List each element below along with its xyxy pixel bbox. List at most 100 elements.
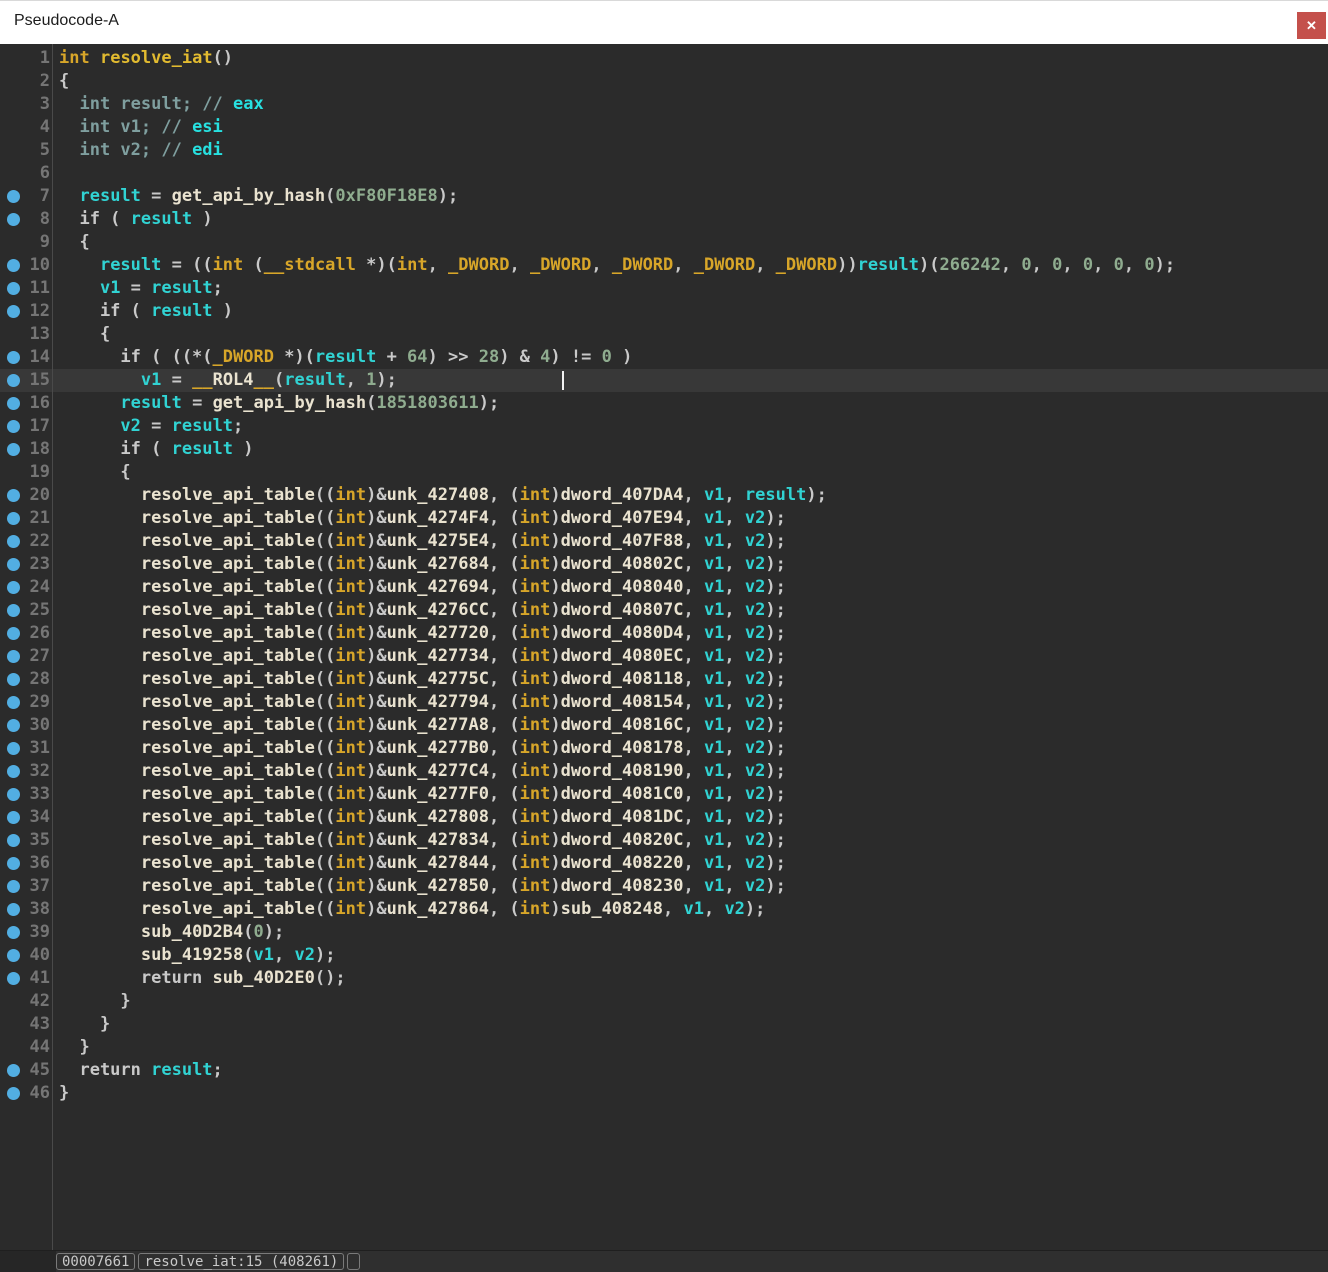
code-line[interactable]: 22 resolve_api_table((int)&unk_4275E4, (… xyxy=(0,530,1328,553)
breakpoint-gutter[interactable] xyxy=(0,944,28,967)
code-line[interactable]: 44 } xyxy=(0,1036,1328,1059)
breakpoint-gutter[interactable] xyxy=(0,346,28,369)
code-line[interactable]: 31 resolve_api_table((int)&unk_4277B0, (… xyxy=(0,737,1328,760)
breakpoint-icon[interactable] xyxy=(7,972,20,985)
breakpoint-gutter[interactable] xyxy=(0,461,28,484)
code-line[interactable]: 2{ xyxy=(0,70,1328,93)
breakpoint-icon[interactable] xyxy=(7,305,20,318)
breakpoint-gutter[interactable] xyxy=(0,668,28,691)
code-line[interactable]: 45 return result; xyxy=(0,1059,1328,1082)
code-line-current[interactable]: 15 v1 = __ROL4__(result, 1); xyxy=(0,369,1328,392)
breakpoint-gutter[interactable] xyxy=(0,277,28,300)
breakpoint-gutter[interactable] xyxy=(0,392,28,415)
breakpoint-icon[interactable] xyxy=(7,926,20,939)
breakpoint-gutter[interactable] xyxy=(0,967,28,990)
code-line[interactable]: 34 resolve_api_table((int)&unk_427808, (… xyxy=(0,806,1328,829)
breakpoint-icon[interactable] xyxy=(7,604,20,617)
code-line[interactable]: 39 sub_40D2B4(0); xyxy=(0,921,1328,944)
code-line[interactable]: 33 resolve_api_table((int)&unk_4277F0, (… xyxy=(0,783,1328,806)
breakpoint-icon[interactable] xyxy=(7,857,20,870)
breakpoint-icon[interactable] xyxy=(7,788,20,801)
breakpoint-icon[interactable] xyxy=(7,765,20,778)
breakpoint-icon[interactable] xyxy=(7,1064,20,1077)
breakpoint-gutter[interactable] xyxy=(0,1013,28,1036)
code-line[interactable]: 30 resolve_api_table((int)&unk_4277A8, (… xyxy=(0,714,1328,737)
breakpoint-gutter[interactable] xyxy=(0,714,28,737)
code-line[interactable]: 8 if ( result ) xyxy=(0,208,1328,231)
breakpoint-gutter[interactable] xyxy=(0,484,28,507)
code-line[interactable]: 6 xyxy=(0,162,1328,185)
code-line[interactable]: 37 resolve_api_table((int)&unk_427850, (… xyxy=(0,875,1328,898)
breakpoint-icon[interactable] xyxy=(7,650,20,663)
breakpoint-gutter[interactable] xyxy=(0,852,28,875)
code-line[interactable]: 3 int result; // eax xyxy=(0,93,1328,116)
code-line[interactable]: 18 if ( result ) xyxy=(0,438,1328,461)
code-line[interactable]: 20 resolve_api_table((int)&unk_427408, (… xyxy=(0,484,1328,507)
breakpoint-gutter[interactable] xyxy=(0,875,28,898)
breakpoint-icon[interactable] xyxy=(7,374,20,387)
breakpoint-icon[interactable] xyxy=(7,397,20,410)
breakpoint-gutter[interactable] xyxy=(0,691,28,714)
breakpoint-gutter[interactable] xyxy=(0,1036,28,1059)
breakpoint-gutter[interactable] xyxy=(0,553,28,576)
code-line[interactable]: 27 resolve_api_table((int)&unk_427734, (… xyxy=(0,645,1328,668)
pseudocode-view[interactable]: 1int resolve_iat()2{3 int result; // eax… xyxy=(0,44,1328,1250)
breakpoint-icon[interactable] xyxy=(7,282,20,295)
code-line[interactable]: 4 int v1; // esi xyxy=(0,116,1328,139)
code-line[interactable]: 23 resolve_api_table((int)&unk_427684, (… xyxy=(0,553,1328,576)
breakpoint-gutter[interactable] xyxy=(0,576,28,599)
breakpoint-gutter[interactable] xyxy=(0,415,28,438)
code-line[interactable]: 12 if ( result ) xyxy=(0,300,1328,323)
breakpoint-icon[interactable] xyxy=(7,489,20,502)
breakpoint-icon[interactable] xyxy=(7,673,20,686)
breakpoint-icon[interactable] xyxy=(7,213,20,226)
breakpoint-gutter[interactable] xyxy=(0,300,28,323)
breakpoint-gutter[interactable] xyxy=(0,507,28,530)
breakpoint-gutter[interactable] xyxy=(0,530,28,553)
code-line[interactable]: 43 } xyxy=(0,1013,1328,1036)
code-line[interactable]: 35 resolve_api_table((int)&unk_427834, (… xyxy=(0,829,1328,852)
code-line[interactable]: 16 result = get_api_by_hash(1851803611); xyxy=(0,392,1328,415)
breakpoint-icon[interactable] xyxy=(7,903,20,916)
breakpoint-icon[interactable] xyxy=(7,512,20,525)
code-line[interactable]: 13 { xyxy=(0,323,1328,346)
breakpoint-icon[interactable] xyxy=(7,558,20,571)
code-line[interactable]: 42 } xyxy=(0,990,1328,1013)
close-button[interactable]: ✕ xyxy=(1297,12,1326,39)
breakpoint-icon[interactable] xyxy=(7,880,20,893)
code-line[interactable]: 40 sub_419258(v1, v2); xyxy=(0,944,1328,967)
breakpoint-gutter[interactable] xyxy=(0,323,28,346)
code-line[interactable]: 10 result = ((int (__stdcall *)(int, _DW… xyxy=(0,254,1328,277)
breakpoint-gutter[interactable] xyxy=(0,599,28,622)
breakpoint-gutter[interactable] xyxy=(0,47,28,70)
breakpoint-gutter[interactable] xyxy=(0,829,28,852)
breakpoint-icon[interactable] xyxy=(7,949,20,962)
code-line[interactable]: 7 result = get_api_by_hash(0xF80F18E8); xyxy=(0,185,1328,208)
code-line[interactable]: 21 resolve_api_table((int)&unk_4274F4, (… xyxy=(0,507,1328,530)
breakpoint-gutter[interactable] xyxy=(0,921,28,944)
breakpoint-icon[interactable] xyxy=(7,1087,20,1100)
breakpoint-gutter[interactable] xyxy=(0,760,28,783)
breakpoint-gutter[interactable] xyxy=(0,93,28,116)
code-line[interactable]: 38 resolve_api_table((int)&unk_427864, (… xyxy=(0,898,1328,921)
breakpoint-icon[interactable] xyxy=(7,259,20,272)
breakpoint-icon[interactable] xyxy=(7,581,20,594)
code-line[interactable]: 9 { xyxy=(0,231,1328,254)
code-line[interactable]: 32 resolve_api_table((int)&unk_4277C4, (… xyxy=(0,760,1328,783)
breakpoint-gutter[interactable] xyxy=(0,438,28,461)
breakpoint-icon[interactable] xyxy=(7,443,20,456)
code-line[interactable]: 25 resolve_api_table((int)&unk_4276CC, (… xyxy=(0,599,1328,622)
breakpoint-gutter[interactable] xyxy=(0,70,28,93)
code-line[interactable]: 5 int v2; // edi xyxy=(0,139,1328,162)
breakpoint-gutter[interactable] xyxy=(0,116,28,139)
breakpoint-gutter[interactable] xyxy=(0,990,28,1013)
breakpoint-gutter[interactable] xyxy=(0,737,28,760)
breakpoint-gutter[interactable] xyxy=(0,783,28,806)
breakpoint-icon[interactable] xyxy=(7,190,20,203)
breakpoint-gutter[interactable] xyxy=(0,208,28,231)
breakpoint-gutter[interactable] xyxy=(0,1082,28,1105)
breakpoint-icon[interactable] xyxy=(7,696,20,709)
code-line[interactable]: 19 { xyxy=(0,461,1328,484)
code-line[interactable]: 29 resolve_api_table((int)&unk_427794, (… xyxy=(0,691,1328,714)
breakpoint-gutter[interactable] xyxy=(0,231,28,254)
